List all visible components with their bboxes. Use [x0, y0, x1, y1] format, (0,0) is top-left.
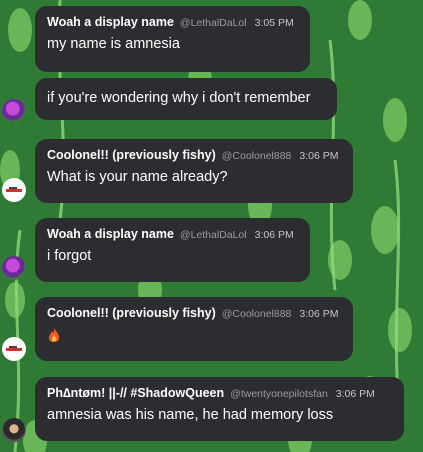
message-bubble[interactable]: Coolonel!! (previously fishy) @Coolonel8…: [35, 297, 353, 361]
avatar[interactable]: [2, 178, 26, 202]
author-name[interactable]: Coolonel!! (previously fishy): [47, 306, 216, 320]
avatar[interactable]: [2, 256, 26, 280]
avatar[interactable]: [2, 99, 26, 123]
timestamp: 3:06 PM: [299, 308, 339, 320]
author-name[interactable]: Coolonel!! (previously fishy): [47, 148, 216, 162]
message-bubble[interactable]: if you're wondering why i don't remember: [35, 78, 337, 120]
timestamp: 3:06 PM: [335, 388, 375, 400]
message-text: i forgot: [47, 248, 92, 264]
fish-icon: [6, 346, 22, 351]
fish-icon: [6, 187, 22, 192]
avatar[interactable]: [2, 337, 26, 361]
author-handle: @Coolonel888: [221, 308, 292, 320]
author-handle: @LethalDaLol: [179, 229, 247, 241]
fire-emoji-icon: [47, 328, 341, 348]
avatar[interactable]: [2, 418, 26, 442]
message-text: What is your name already?: [47, 169, 228, 185]
message-text: amnesia was his name, he had memory loss: [47, 407, 334, 423]
message-header: Coolonel!! (previously fishy) @Coolonel8…: [47, 148, 341, 162]
timestamp: 3:06 PM: [299, 150, 339, 162]
author-name[interactable]: Woah a display name: [47, 15, 174, 29]
message-bubble[interactable]: Coolonel!! (previously fishy) @Coolonel8…: [35, 139, 353, 203]
author-handle: @LethalDaLol: [179, 17, 247, 29]
author-handle: @Coolonel888: [221, 150, 292, 162]
author-handle: @twentyonepilotsfan: [230, 388, 328, 400]
message-header: Woah a display name @LethalDaLol 3:05 PM: [47, 15, 298, 29]
message-text: if you're wondering why i don't remember: [47, 90, 311, 106]
timestamp: 3:06 PM: [254, 229, 294, 241]
message-header: Coolonel!! (previously fishy) @Coolonel8…: [47, 306, 341, 320]
message-bubble[interactable]: Woah a display name @LethalDaLol 3:05 PM…: [35, 6, 310, 72]
message-bubble[interactable]: Ph∆ntøm! ||-// #ShadowQueen @twentyonepi…: [35, 377, 404, 441]
author-name[interactable]: Woah a display name: [47, 227, 174, 241]
message-text: my name is amnesia: [47, 36, 180, 52]
author-name[interactable]: Ph∆ntøm! ||-// #ShadowQueen: [47, 386, 224, 400]
message-header: Ph∆ntøm! ||-// #ShadowQueen @twentyonepi…: [47, 386, 392, 400]
message-bubble[interactable]: Woah a display name @LethalDaLol 3:06 PM…: [35, 218, 310, 282]
timestamp: 3:05 PM: [254, 17, 294, 29]
message-header: Woah a display name @LethalDaLol 3:06 PM: [47, 227, 298, 241]
